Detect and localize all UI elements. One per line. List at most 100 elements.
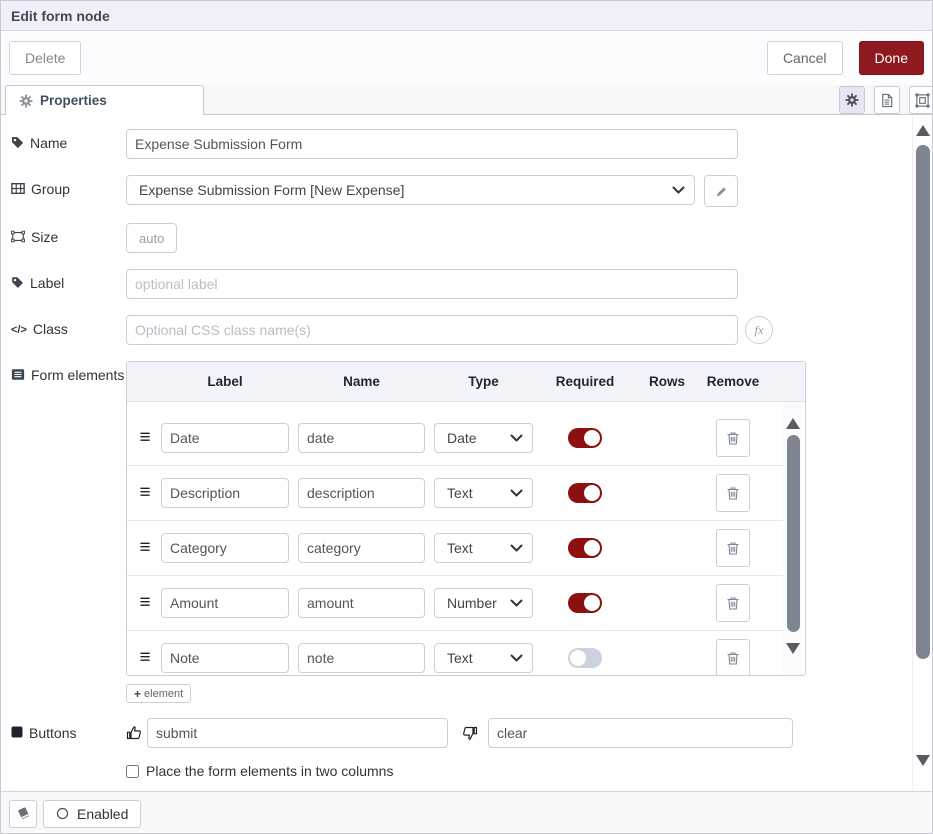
chevron-down-icon — [510, 654, 523, 663]
element-label-input[interactable] — [161, 533, 289, 563]
table-scroll-up-arrow[interactable] — [786, 418, 800, 429]
delete-element-button[interactable] — [716, 474, 750, 512]
trash-icon — [726, 541, 740, 556]
circle-icon — [56, 807, 69, 820]
tab-properties-label: Properties — [40, 93, 107, 108]
fx-expand-button[interactable]: fx — [745, 316, 773, 344]
element-type-select[interactable]: Text — [434, 478, 533, 508]
required-toggle[interactable] — [568, 538, 602, 558]
description-view-button[interactable] — [874, 86, 900, 114]
form-element-row: ≡ Text — [127, 521, 783, 576]
table-scrollbar[interactable] — [783, 402, 803, 675]
drag-handle-icon[interactable]: ≡ — [135, 539, 155, 557]
element-name-input[interactable] — [298, 588, 425, 618]
element-name-input[interactable] — [298, 478, 425, 508]
gear-icon — [19, 94, 33, 108]
size-button[interactable]: auto — [126, 223, 177, 253]
element-type-select[interactable]: Number — [434, 588, 533, 618]
label-field-row: Label — [11, 269, 932, 299]
element-type-value: Text — [447, 485, 510, 501]
element-name-input[interactable] — [298, 533, 425, 563]
element-type-value: Date — [447, 430, 510, 446]
square-icon — [11, 726, 23, 738]
element-type-select[interactable]: Date — [434, 423, 533, 453]
form-elements-editor: Label Name Type Required Rows Remove ≡ D… — [126, 361, 806, 703]
chevron-down-icon — [510, 489, 523, 498]
drag-handle-icon[interactable]: ≡ — [135, 484, 155, 502]
element-name-input[interactable] — [298, 423, 425, 453]
code-icon: </> — [11, 322, 27, 339]
main-scroll-down-arrow[interactable] — [916, 755, 930, 766]
chevron-down-icon — [510, 599, 523, 608]
delete-element-button[interactable] — [716, 584, 750, 622]
edit-form-node-dialog: Edit form node Delete Cancel Done Proper… — [0, 0, 933, 834]
two-columns-row: Place the form elements in two columns — [126, 763, 932, 779]
main-scrollbar[interactable] — [912, 115, 932, 791]
required-toggle[interactable] — [568, 483, 602, 503]
done-button[interactable]: Done — [859, 41, 924, 75]
tab-bar: Properties — [1, 85, 932, 115]
form-elements-body: ≡ Date ≡ Text ≡ — [127, 402, 805, 675]
clear-button-input[interactable] — [488, 718, 793, 748]
form-element-row: ≡ Number — [127, 576, 783, 631]
dialog-footer: Enabled — [1, 791, 932, 834]
element-name-input[interactable] — [298, 643, 425, 673]
tab-properties[interactable]: Properties — [5, 85, 204, 115]
thumbs-down-icon — [462, 725, 478, 741]
group-field-row: Group Expense Submission Form [New Expen… — [11, 175, 932, 207]
delete-element-button[interactable] — [716, 419, 750, 457]
edit-group-button[interactable] — [704, 175, 738, 207]
file-icon — [880, 93, 894, 108]
form-element-row: ≡ Text — [127, 631, 783, 675]
element-label-input[interactable] — [161, 478, 289, 508]
dialog-header: Edit form node — [1, 1, 932, 31]
table-scroll-down-arrow[interactable] — [786, 643, 800, 654]
enabled-toggle-button[interactable]: Enabled — [43, 800, 141, 828]
name-field-row: Name — [11, 129, 932, 159]
group-field-label: Group — [11, 175, 126, 207]
required-toggle[interactable] — [568, 593, 602, 613]
label-input[interactable] — [126, 269, 738, 299]
drag-handle-icon[interactable]: ≡ — [135, 594, 155, 612]
required-toggle[interactable] — [568, 428, 602, 448]
column-header-rows: Rows — [637, 374, 697, 389]
column-header-type: Type — [434, 374, 533, 389]
trash-icon — [726, 431, 740, 446]
cancel-button[interactable]: Cancel — [767, 41, 843, 75]
add-element-button[interactable]: + element — [126, 684, 191, 703]
drag-handle-icon[interactable]: ≡ — [135, 649, 155, 667]
delete-element-button[interactable] — [716, 639, 750, 675]
properties-panel: Name Group Expense Submission Form [New … — [1, 115, 932, 791]
form-elements-table: Label Name Type Required Rows Remove ≡ D… — [126, 361, 806, 676]
form-elements-field-label: Form elements — [11, 361, 126, 703]
trash-icon — [726, 651, 740, 666]
two-columns-checkbox[interactable] — [126, 765, 139, 778]
object-group-icon — [11, 230, 25, 243]
node-help-button[interactable] — [9, 800, 37, 828]
delete-button[interactable]: Delete — [9, 41, 81, 75]
appearance-view-button[interactable] — [909, 86, 933, 114]
properties-view-button[interactable] — [839, 86, 865, 114]
name-input[interactable] — [126, 129, 738, 159]
group-select[interactable]: Expense Submission Form [New Expense] — [126, 175, 695, 205]
table-scroll-thumb[interactable] — [787, 435, 800, 632]
submit-button-input[interactable] — [147, 718, 448, 748]
main-scroll-thumb[interactable] — [916, 145, 930, 659]
required-toggle[interactable] — [568, 648, 602, 668]
delete-element-button[interactable] — [716, 529, 750, 567]
element-label-input[interactable] — [161, 588, 289, 618]
class-field-label: </> Class — [11, 315, 126, 345]
tag-icon — [11, 136, 24, 149]
element-type-value: Number — [447, 595, 510, 611]
element-label-input[interactable] — [161, 423, 289, 453]
chevron-down-icon — [672, 186, 685, 195]
drag-handle-icon[interactable]: ≡ — [135, 429, 155, 447]
form-elements-table-header: Label Name Type Required Rows Remove — [127, 362, 805, 402]
main-scroll-up-arrow[interactable] — [916, 125, 930, 136]
element-type-select[interactable]: Text — [434, 533, 533, 563]
class-input[interactable] — [126, 315, 738, 345]
element-label-input[interactable] — [161, 643, 289, 673]
size-field-row: Size auto — [11, 223, 932, 253]
element-type-select[interactable]: Text — [434, 643, 533, 673]
size-field-label: Size — [11, 223, 126, 253]
